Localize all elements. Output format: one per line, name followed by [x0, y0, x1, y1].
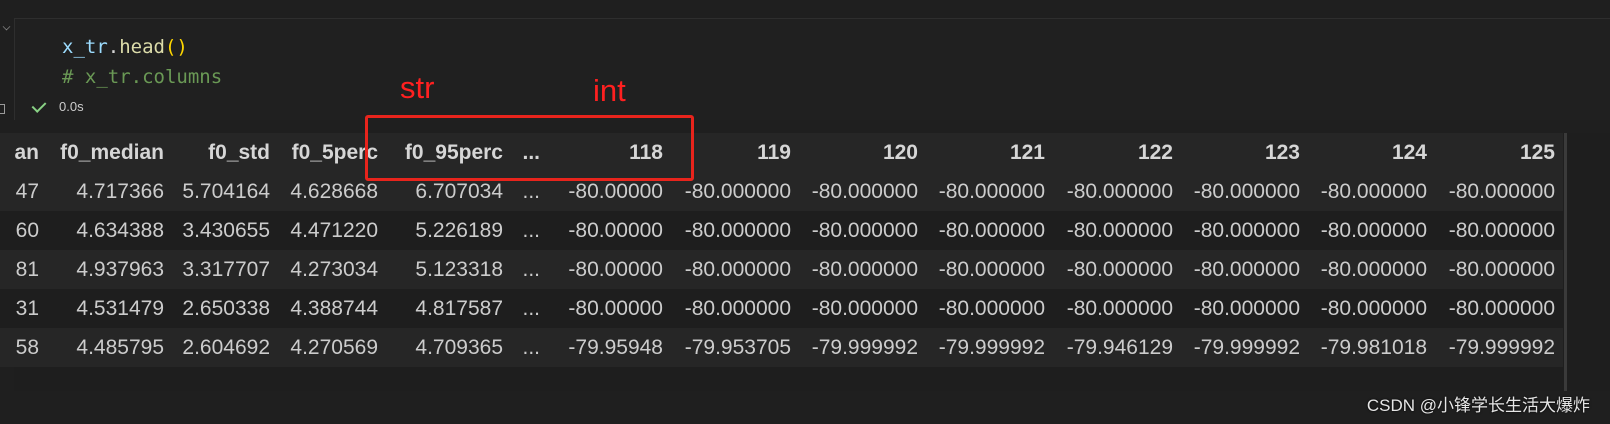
table-row: 58 4.485795 2.604692 4.270569 4.709365... -79…	[0, 328, 1563, 367]
table-cell: -80.000000	[926, 250, 1053, 289]
table-cell: ...	[511, 328, 548, 367]
table-cell: ...	[511, 250, 548, 289]
table-cell: 4.709365	[386, 328, 511, 367]
table-row: 31 4.531479 2.650338 4.388744 4.817587... -80…	[0, 289, 1563, 328]
column-header: f0_std	[172, 133, 278, 172]
table-cell: -79.953705	[671, 328, 799, 367]
cell-collapse-chevron-icon[interactable]	[2, 22, 11, 31]
table-cell: -80.000000	[799, 211, 926, 250]
table-cell: 3.317707	[172, 250, 278, 289]
column-header: f0_median	[47, 133, 172, 172]
execution-status: 0.0s	[31, 98, 84, 114]
table-cell: -80.000000	[1308, 289, 1435, 328]
table-header-row: an f0_median f0_std f0_5perc f0_95perc... 118…	[0, 133, 1563, 172]
table-cell: -79.999992	[1435, 328, 1563, 367]
code-function: head	[119, 36, 165, 58]
table-cell: 4.388744	[278, 289, 386, 328]
annotation-str-label: str	[400, 70, 435, 105]
table-cell: 4.471220	[278, 211, 386, 250]
code-dot: .	[107, 36, 120, 58]
table-cell: -80.000000	[799, 250, 926, 289]
column-header: 123	[1181, 133, 1308, 172]
column-header: an	[0, 133, 47, 172]
table-cell: -80.000000	[1308, 172, 1435, 211]
execution-time: 0.0s	[59, 99, 84, 114]
column-header: 122	[1053, 133, 1181, 172]
table-cell: ...	[511, 289, 548, 328]
table-cell: -80.000000	[799, 172, 926, 211]
table-cell: 2.650338	[172, 289, 278, 328]
csdn-watermark: CSDN @小锋学长生活大爆炸	[1366, 396, 1590, 415]
table-cell: ...	[511, 211, 548, 250]
code-variable: x_tr	[62, 36, 108, 58]
code-cell-editor[interactable]: x_tr.head() # x_tr.columns 0.0s	[14, 18, 1610, 120]
table-cell: 47	[0, 172, 47, 211]
table-cell: -80.000000	[1053, 250, 1181, 289]
annotation-highlight-box	[365, 115, 694, 181]
horizontal-scroll-edge[interactable]	[1564, 133, 1567, 391]
table-cell: -79.981018	[1308, 328, 1435, 367]
table-cell: -80.000000	[926, 172, 1053, 211]
table-cell: 4.270569	[278, 328, 386, 367]
table-cell: -80.00000	[548, 211, 671, 250]
dataframe-output-table: an f0_median f0_std f0_5perc f0_95perc... 118…	[0, 133, 1563, 367]
table-cell: -80.000000	[1308, 211, 1435, 250]
table-row: 81 4.937963 3.317707 4.273034 5.123318... -80…	[0, 250, 1563, 289]
table-cell: -80.00000	[548, 289, 671, 328]
table-cell: -80.000000	[1435, 211, 1563, 250]
table-cell: 4.273034	[278, 250, 386, 289]
table-cell: -80.000000	[926, 289, 1053, 328]
table-cell: 5.123318	[386, 250, 511, 289]
table-cell: 2.604692	[172, 328, 278, 367]
table-cell: 4.531479	[47, 289, 172, 328]
table-cell: -80.000000	[1181, 211, 1308, 250]
table-cell: -80.000000	[1053, 289, 1181, 328]
table-cell: -80.000000	[926, 211, 1053, 250]
table-cell: -80.000000	[1181, 172, 1308, 211]
column-header: 124	[1308, 133, 1435, 172]
table-cell: 3.430655	[172, 211, 278, 250]
check-icon	[31, 98, 47, 113]
table-cell: 31	[0, 289, 47, 328]
code-comment-line[interactable]: # x_tr.columns	[62, 66, 222, 88]
table-cell: -80.00000	[548, 250, 671, 289]
table-cell: -80.000000	[1181, 250, 1308, 289]
table-cell: -80.000000	[1053, 172, 1181, 211]
table-cell: 5.226189	[386, 211, 511, 250]
code-parens: ()	[164, 36, 188, 58]
table-cell: -79.999992	[926, 328, 1053, 367]
table-cell: -80.000000	[1435, 289, 1563, 328]
table-cell: -80.000000	[671, 250, 799, 289]
table-cell: -80.000000	[671, 211, 799, 250]
table-cell: -80.000000	[671, 289, 799, 328]
table-cell: 81	[0, 250, 47, 289]
annotation-int-label: int	[593, 73, 626, 108]
table-cell: -80.000000	[1053, 211, 1181, 250]
table-cell: -79.946129	[1053, 328, 1181, 367]
table-cell: -79.999992	[1181, 328, 1308, 367]
table-row: 47 4.717366 5.704164 4.628668 6.707034... -80…	[0, 172, 1563, 211]
table-cell: -80.000000	[1435, 250, 1563, 289]
table-cell: -80.000000	[1308, 250, 1435, 289]
table-cell: -80.000000	[1181, 289, 1308, 328]
table-cell: 4.717366	[47, 172, 172, 211]
column-header: 125	[1435, 133, 1563, 172]
table-cell: 4.817587	[386, 289, 511, 328]
table-row: 60 4.634388 3.430655 4.471220 5.226189... -80…	[0, 211, 1563, 250]
table-cell: 60	[0, 211, 47, 250]
table-cell: 4.634388	[47, 211, 172, 250]
table-cell: -80.000000	[799, 289, 926, 328]
code-line-1[interactable]: x_tr.head()	[62, 36, 188, 58]
table-cell: 58	[0, 328, 47, 367]
column-header: 120	[799, 133, 926, 172]
table-cell: 4.937963	[47, 250, 172, 289]
table-cell: 5.704164	[172, 172, 278, 211]
table-cell: -79.95948	[548, 328, 671, 367]
table-cell: -79.999992	[799, 328, 926, 367]
table-cell: 4.485795	[47, 328, 172, 367]
column-header: 121	[926, 133, 1053, 172]
cell-gutter-marker	[0, 104, 5, 114]
table-cell: -80.000000	[1435, 172, 1563, 211]
